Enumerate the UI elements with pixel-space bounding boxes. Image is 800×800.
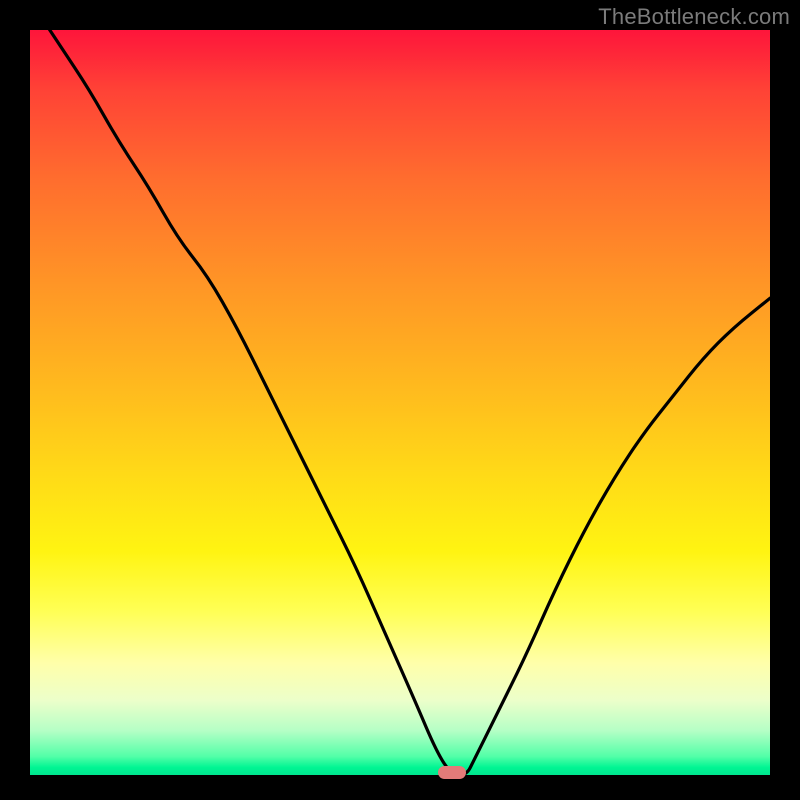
chart-frame: TheBottleneck.com: [0, 0, 800, 800]
watermark-text: TheBottleneck.com: [598, 4, 790, 30]
bottleneck-curve: [30, 30, 770, 775]
plot-area: [30, 30, 770, 775]
optimal-marker: [438, 766, 466, 779]
